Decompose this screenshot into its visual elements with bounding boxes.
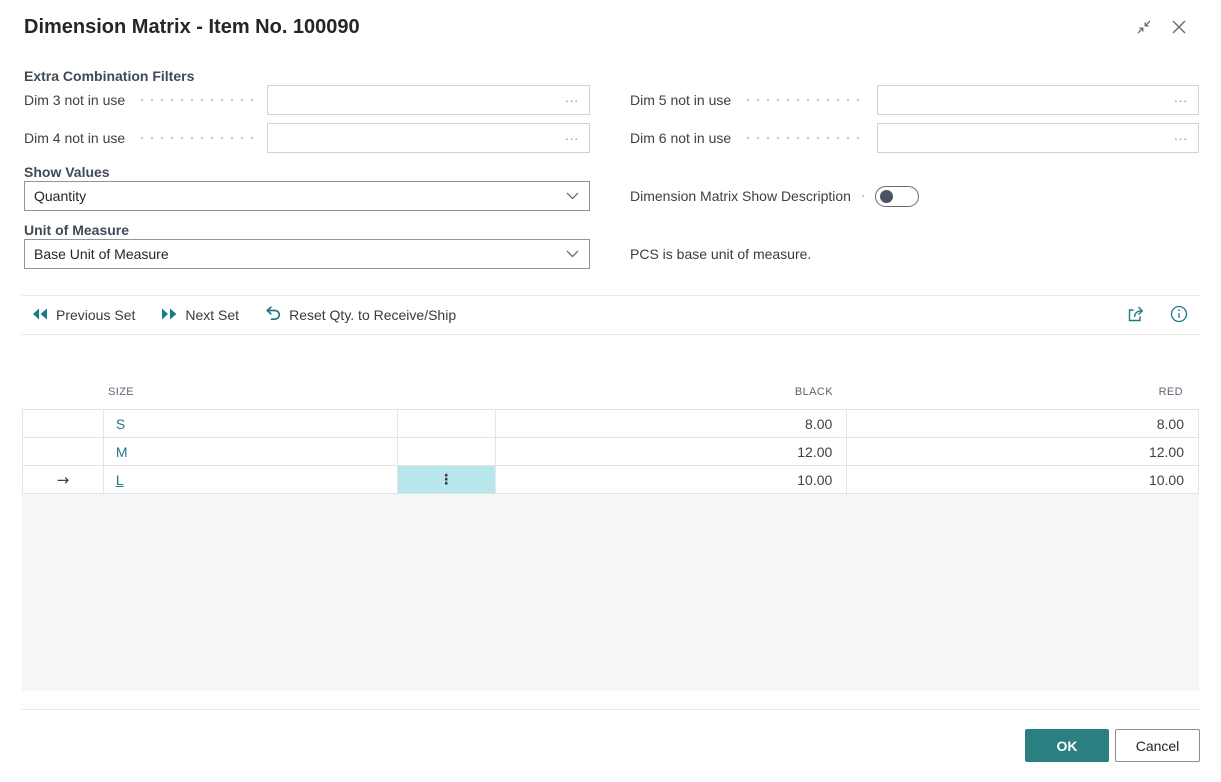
dim6-input[interactable] <box>878 130 1168 146</box>
dim3-input[interactable] <box>268 92 559 108</box>
dim5-input[interactable] <box>878 92 1168 108</box>
next-set-icon <box>161 307 177 323</box>
black-qty-cell[interactable]: 10.00 <box>496 466 848 493</box>
filter-row-dim3: Dim 3 not in use ... <box>24 85 590 115</box>
dim5-field: ... <box>877 85 1199 115</box>
collapse-window-button[interactable] <box>1133 17 1155 39</box>
size-cell: S <box>104 410 398 437</box>
toolbar-right-icons <box>1127 305 1188 326</box>
dim5-assist-edit-button[interactable]: ... <box>1168 91 1198 110</box>
filter-row-dim6: Dim 6 not in use ... <box>630 123 1199 153</box>
share-button[interactable] <box>1127 305 1146 326</box>
filter-row-dim5: Dim 5 not in use ... <box>630 85 1199 115</box>
dim3-assist-edit-button[interactable]: ... <box>559 91 589 110</box>
row-indicator-cell <box>23 410 104 437</box>
column-header-red: RED <box>847 386 1183 398</box>
dim3-label: Dim 3 not in use <box>24 92 125 108</box>
dim6-assist-edit-button[interactable]: ... <box>1168 129 1198 148</box>
row-indicator-cell: → <box>23 466 104 493</box>
ok-button[interactable]: OK <box>1025 729 1109 762</box>
undo-arrow-icon <box>265 306 281 324</box>
previous-set-label: Previous Set <box>56 307 135 323</box>
dotted-leader <box>137 123 257 153</box>
dimension-matrix-table: S 8.00 8.00 M 12.00 12.00 → L ⋮ <box>22 409 1199 494</box>
size-cell: M <box>104 438 398 465</box>
previous-set-button[interactable]: Previous Set <box>32 307 135 323</box>
dim6-label: Dim 6 not in use <box>630 130 731 146</box>
row-indicator-cell <box>23 438 104 465</box>
dim4-assist-edit-button[interactable]: ... <box>559 129 589 148</box>
info-button[interactable] <box>1170 305 1188 326</box>
dim5-label: Dim 5 not in use <box>630 92 731 108</box>
table-row-selected: → L ⋮ 10.00 10.00 <box>23 466 1199 494</box>
size-link[interactable]: L <box>116 472 124 488</box>
dotted-leader <box>743 123 867 153</box>
cancel-button[interactable]: Cancel <box>1115 729 1200 762</box>
size-link[interactable]: M <box>116 444 128 460</box>
dim6-field: ... <box>877 123 1199 153</box>
dim3-field: ... <box>267 85 590 115</box>
close-button[interactable] <box>1168 17 1190 39</box>
table-empty-area <box>22 494 1199 691</box>
size-link[interactable]: S <box>116 416 125 432</box>
share-icon <box>1127 305 1146 326</box>
vertical-ellipsis-icon: ⋮ <box>439 473 453 487</box>
show-values-selected: Quantity <box>25 188 556 204</box>
red-qty-cell[interactable]: 12.00 <box>847 438 1199 465</box>
next-set-button[interactable]: Next Set <box>161 307 239 323</box>
show-values-label: Show Values <box>24 164 110 180</box>
dim4-input[interactable] <box>268 130 559 146</box>
dotted-leader <box>137 85 257 115</box>
show-description-toggle[interactable] <box>875 186 919 207</box>
unit-of-measure-label: Unit of Measure <box>24 222 129 238</box>
reset-qty-button[interactable]: Reset Qty. to Receive/Ship <box>265 306 456 324</box>
dotted-leader <box>857 182 869 210</box>
matrix-toolbar: Previous Set Next Set Reset Qty. to Rece… <box>22 295 1200 335</box>
show-description-label: Dimension Matrix Show Description <box>630 188 851 204</box>
chevron-down-icon <box>556 192 589 200</box>
menu-cell-selected[interactable]: ⋮ <box>398 466 496 493</box>
base-uom-note: PCS is base unit of measure. <box>630 246 811 262</box>
column-header-size: SIZE <box>108 386 134 398</box>
dimension-matrix-dialog: Dimension Matrix - Item No. 100090 Extra… <box>0 0 1221 782</box>
next-set-label: Next Set <box>185 307 239 323</box>
page-title: Dimension Matrix - Item No. 100090 <box>24 16 360 39</box>
red-qty-cell[interactable]: 8.00 <box>847 410 1199 437</box>
filters-heading: Extra Combination Filters <box>24 68 194 84</box>
unit-of-measure-select[interactable]: Base Unit of Measure <box>24 239 590 269</box>
menu-cell[interactable] <box>398 438 496 465</box>
table-row: M 12.00 12.00 <box>23 438 1199 466</box>
dotted-leader <box>743 85 867 115</box>
close-icon <box>1170 18 1188 39</box>
size-cell: L <box>104 466 398 493</box>
black-qty-cell[interactable]: 8.00 <box>496 410 848 437</box>
red-qty-cell[interactable]: 10.00 <box>847 466 1199 493</box>
previous-set-icon <box>32 307 48 323</box>
reset-qty-label: Reset Qty. to Receive/Ship <box>289 307 456 323</box>
footer-divider <box>22 709 1200 710</box>
collapse-icon <box>1135 18 1153 39</box>
toggle-knob <box>880 190 893 203</box>
menu-cell[interactable] <box>398 410 496 437</box>
column-header-black: BLACK <box>495 386 833 398</box>
chevron-down-icon <box>556 250 589 258</box>
show-description-row: Dimension Matrix Show Description <box>630 182 919 210</box>
filter-row-dim4: Dim 4 not in use ... <box>24 123 590 153</box>
unit-of-measure-selected: Base Unit of Measure <box>25 246 556 262</box>
table-row: S 8.00 8.00 <box>23 410 1199 438</box>
dim4-label: Dim 4 not in use <box>24 130 125 146</box>
info-icon <box>1170 305 1188 326</box>
black-qty-cell[interactable]: 12.00 <box>496 438 848 465</box>
dim4-field: ... <box>267 123 590 153</box>
selected-row-arrow-icon: → <box>57 471 70 489</box>
show-values-select[interactable]: Quantity <box>24 181 590 211</box>
